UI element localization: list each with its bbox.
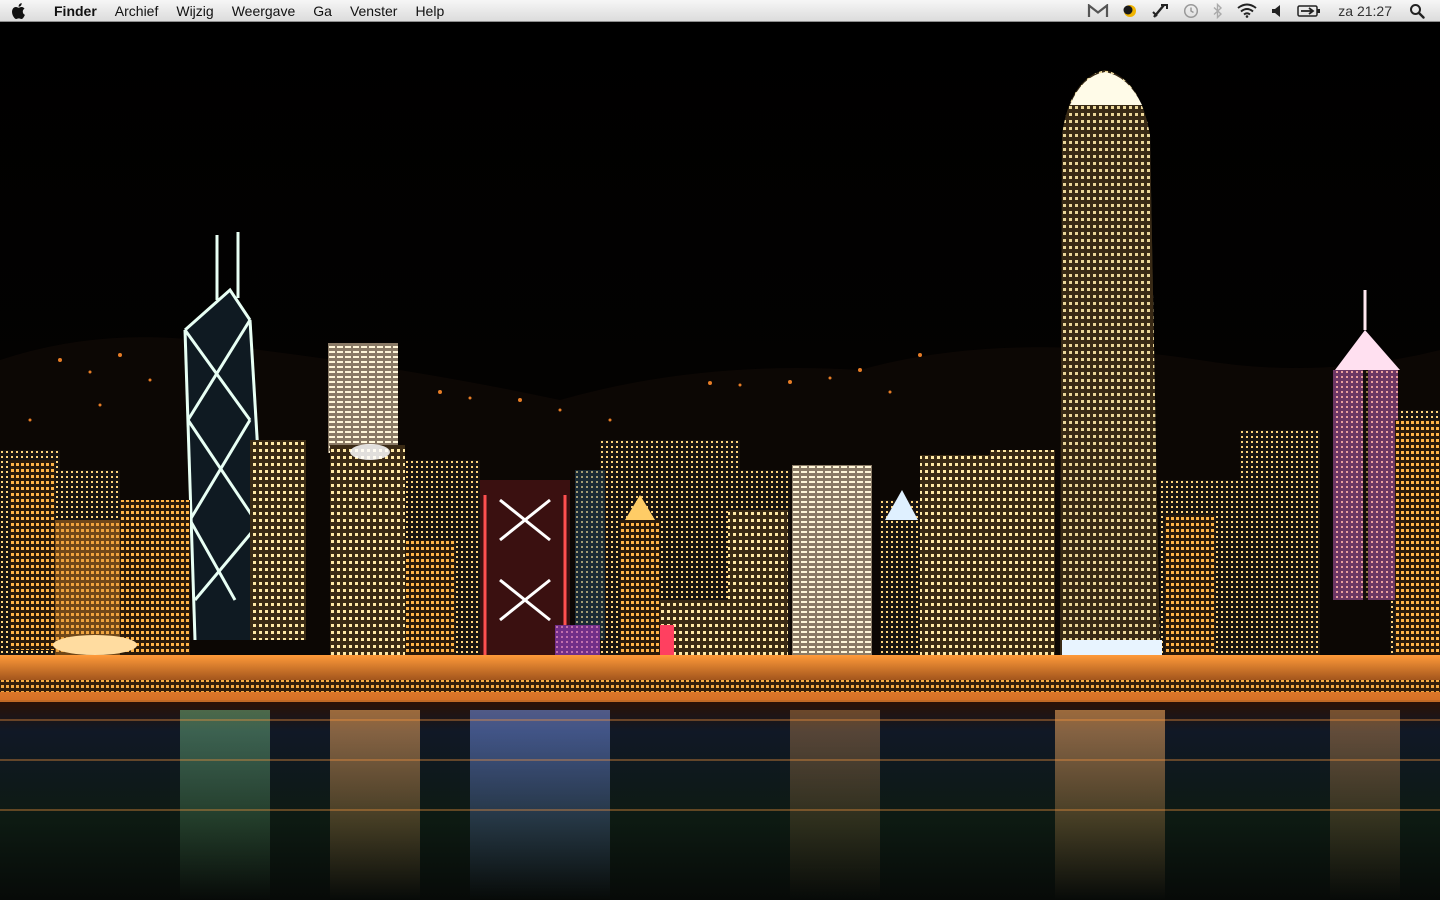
menu-app-finder[interactable]: Finder	[38, 0, 106, 22]
menu-ga[interactable]: Ga	[304, 0, 341, 22]
menu-bar: Finder Archief Wijzig Weergave Ga Venste…	[0, 0, 1440, 22]
menu-weergave[interactable]: Weergave	[223, 0, 305, 22]
desktop-wallpaper	[0, 0, 1440, 900]
volume-icon[interactable]	[1264, 0, 1290, 22]
gmail-notifier-icon[interactable]	[1080, 0, 1116, 22]
menu-wijzig[interactable]: Wijzig	[167, 0, 222, 22]
apple-icon[interactable]	[0, 0, 38, 22]
tower-ifc	[1060, 70, 1162, 670]
spotlight-search-icon[interactable]	[1402, 0, 1432, 22]
wifi-icon[interactable]	[1230, 0, 1264, 22]
menu-bar-left: Finder Archief Wijzig Weergave Ga Venste…	[0, 0, 453, 22]
growl-icon[interactable]	[1116, 0, 1144, 22]
desktop: Finder Archief Wijzig Weergave Ga Venste…	[0, 0, 1440, 900]
menu-bar-extras: za 21:27	[1080, 0, 1440, 22]
menu-help[interactable]: Help	[406, 0, 453, 22]
menu-venster[interactable]: Venster	[341, 0, 406, 22]
menu-bar-clock[interactable]: za 21:27	[1328, 0, 1402, 22]
battery-icon[interactable]	[1290, 0, 1328, 22]
script-icon[interactable]	[1144, 0, 1176, 22]
time-machine-icon[interactable]	[1176, 0, 1206, 22]
menu-archief[interactable]: Archief	[106, 0, 168, 22]
bluetooth-icon[interactable]	[1206, 0, 1230, 22]
